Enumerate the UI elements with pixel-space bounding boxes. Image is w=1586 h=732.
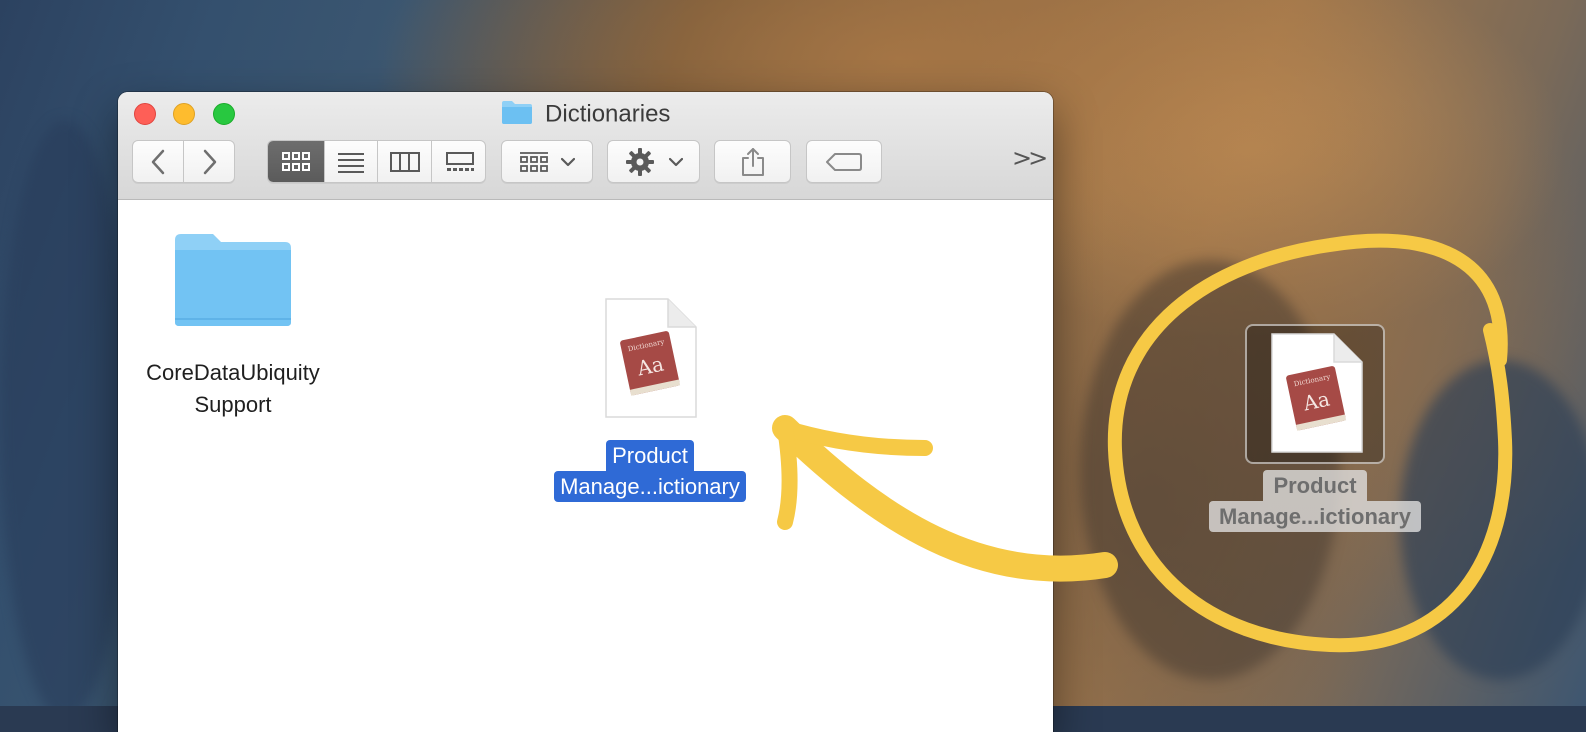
chevron-down-icon (668, 157, 683, 166)
drag-ghost-icon-frame: Dictionary Aa (1245, 324, 1385, 464)
drag-ghost-label: Product Manage...ictionary (1185, 470, 1445, 532)
share-button[interactable] (714, 140, 791, 183)
folder-icon (175, 234, 291, 326)
gear-icon (625, 147, 654, 176)
columns-icon (389, 151, 420, 172)
chevron-left-icon (151, 149, 165, 174)
share-icon (741, 147, 764, 176)
icon-grid-icon (282, 151, 310, 171)
list-view-button[interactable] (325, 141, 378, 182)
file-browser-area[interactable]: CoreDataUbiquity Support Dictionary Aa P… (118, 200, 1053, 732)
group-grid-icon (520, 151, 548, 172)
window-toolbar[interactable]: Dictionaries >> (118, 92, 1053, 200)
chevron-down-icon (561, 157, 575, 166)
action-menu-button[interactable] (607, 140, 700, 183)
back-forward-group[interactable] (132, 140, 235, 183)
folder-name: CoreDataUbiquity Support (146, 360, 320, 417)
finder-window[interactable]: Dictionaries >> CoreDataUbiquity Support… (118, 92, 1053, 732)
forward-button[interactable] (184, 141, 235, 182)
list-icon (338, 152, 364, 173)
tag-icon (826, 152, 862, 171)
icon-view-button[interactable] (268, 141, 325, 182)
window-title: Dictionaries (118, 99, 1053, 130)
back-button[interactable] (133, 141, 184, 182)
window-title-text: Dictionaries (545, 100, 671, 128)
wallpaper-water-left (0, 120, 130, 706)
gallery-icon (445, 151, 474, 171)
tags-button[interactable] (806, 140, 882, 183)
folder-icon (501, 99, 533, 130)
folder-item[interactable]: CoreDataUbiquity Support (123, 230, 343, 421)
gallery-view-button[interactable] (432, 141, 485, 182)
chevron-right-icon (203, 149, 216, 174)
group-by-button[interactable] (501, 140, 593, 183)
dictionary-icon: Dictionary Aa (605, 298, 697, 418)
toolbar-overflow-button[interactable]: >> (1012, 144, 1048, 172)
column-view-button[interactable] (378, 141, 432, 182)
view-mode-group[interactable] (267, 140, 486, 183)
dictionary-icon: Dictionary Aa (1271, 333, 1363, 453)
dictionary-file-item[interactable]: Dictionary Aa Product Manage...ictionary (530, 297, 770, 502)
dictionary-file-name: Product Manage...ictionary (530, 440, 770, 502)
